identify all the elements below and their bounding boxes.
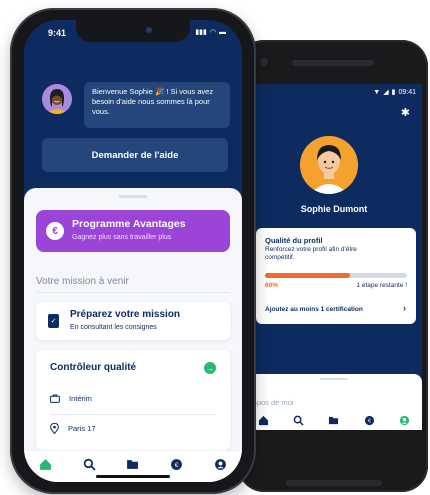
- job-location: Paris 17: [68, 424, 96, 433]
- chevron-right-icon[interactable]: ›: [403, 303, 406, 313]
- quality-progress-fill: [265, 273, 351, 278]
- wifi-icon: ◠: [209, 29, 216, 36]
- add-certification-link[interactable]: Ajoutez au moins 1 certification: [265, 306, 363, 313]
- android-camera: [260, 58, 268, 66]
- quality-title: Qualité du profil: [265, 236, 323, 245]
- avatar-illustration: [300, 136, 358, 194]
- prepare-title: Préparez votre mission: [70, 309, 181, 320]
- quality-percent: 60%: [265, 282, 279, 289]
- mission-heading: Votre mission à venir: [36, 276, 129, 287]
- android-status-bar: ▼ ◢ ▮ 09:41: [373, 88, 416, 97]
- quality-progress-bar: [265, 273, 407, 278]
- android-phone: ▼ ◢ ▮ 09:41 ✱ Sophie Dumont Qualité du p…: [238, 40, 428, 492]
- avatar: [42, 84, 72, 114]
- euro-coin-icon: €: [46, 222, 64, 240]
- search-icon[interactable]: [292, 413, 306, 427]
- job-location-row: Paris 17: [50, 423, 96, 434]
- signal-icon: ▮▮▮: [195, 29, 207, 36]
- sheet-handle[interactable]: [320, 378, 348, 380]
- home-icon[interactable]: [257, 413, 271, 427]
- promo-title: Programme Avantages: [72, 218, 186, 230]
- welcome-message: Bienvenue Sophie 🎉 ! Si vous avez besoin…: [84, 82, 230, 128]
- battery-icon: ▬: [219, 28, 226, 36]
- home-icon[interactable]: [39, 457, 53, 471]
- clipboard-icon: ✓: [48, 314, 59, 328]
- sheet-handle[interactable]: [119, 195, 147, 198]
- android-bottom-grill: [286, 480, 382, 486]
- divider: [50, 414, 216, 415]
- arrow-right-icon[interactable]: →: [204, 362, 216, 374]
- avatar: [300, 136, 358, 194]
- signal-icon: ◢: [383, 89, 389, 96]
- ask-help-button[interactable]: Demander de l'aide: [42, 138, 228, 172]
- battery-icon: ▮: [391, 89, 396, 96]
- advantages-program-banner[interactable]: € Programme Avantages Gagnez plus sans t…: [36, 210, 230, 252]
- profile-quality-card[interactable]: Qualité du profil Renforcez votre profil…: [256, 228, 416, 324]
- iphone-status-icons: ▮▮▮ ◠ ▬: [195, 28, 226, 37]
- gear-icon[interactable]: ✱: [401, 106, 410, 119]
- android-speaker: [292, 60, 374, 66]
- quality-subtitle: Renforcez votre profil afin d'être compé…: [265, 246, 357, 261]
- android-profile-screen: ▼ ◢ ▮ 09:41 ✱ Sophie Dumont Qualité du p…: [246, 84, 422, 430]
- quality-remaining: 1 étape restante !: [356, 282, 407, 289]
- job-contract-row: Intérim: [50, 394, 92, 403]
- divider: [36, 292, 230, 293]
- profile-name: Sophie Dumont: [300, 204, 368, 214]
- promo-subtitle: Gagnez plus sans travailler plus: [72, 234, 172, 241]
- android-bottom-nav: €: [246, 410, 422, 430]
- coin-icon[interactable]: €: [362, 413, 376, 427]
- search-icon[interactable]: [82, 457, 96, 471]
- folder-icon[interactable]: [327, 413, 341, 427]
- iphone-home-screen: 9:41 ▮▮▮ ◠ ▬ Bienvenue Sophie 🎉 ! Si vou…: [24, 20, 242, 482]
- coin-icon[interactable]: €: [170, 457, 184, 471]
- folder-icon[interactable]: [126, 457, 140, 471]
- svg-text:€: €: [368, 418, 371, 424]
- profile-icon[interactable]: [213, 457, 227, 471]
- svg-text:€: €: [175, 461, 179, 468]
- prepare-mission-card[interactable]: ✓ Préparez votre mission En consultant l…: [36, 302, 230, 340]
- mission-job-card[interactable]: Contrôleur qualité → Intérim Paris 17: [36, 350, 230, 450]
- iphone-bottom-sheet: € Programme Avantages Gagnez plus sans t…: [24, 188, 242, 482]
- prepare-subtitle: En consultant les consignes: [70, 324, 157, 331]
- location-pin-icon: [50, 423, 59, 434]
- job-title: Contrôleur qualité: [50, 362, 137, 373]
- avatar-illustration: [42, 84, 72, 114]
- iphone-phone: 9:41 ▮▮▮ ◠ ▬ Bienvenue Sophie 🎉 ! Si vou…: [10, 8, 256, 494]
- iphone-notch: [76, 20, 190, 42]
- wifi-icon: ▼: [373, 88, 381, 96]
- profile-icon[interactable]: [397, 413, 411, 427]
- briefcase-icon: [50, 394, 60, 403]
- status-time: 9:41: [48, 28, 67, 38]
- status-time: 09:41: [398, 88, 416, 96]
- home-indicator[interactable]: [96, 475, 170, 478]
- job-contract: Intérim: [69, 394, 92, 403]
